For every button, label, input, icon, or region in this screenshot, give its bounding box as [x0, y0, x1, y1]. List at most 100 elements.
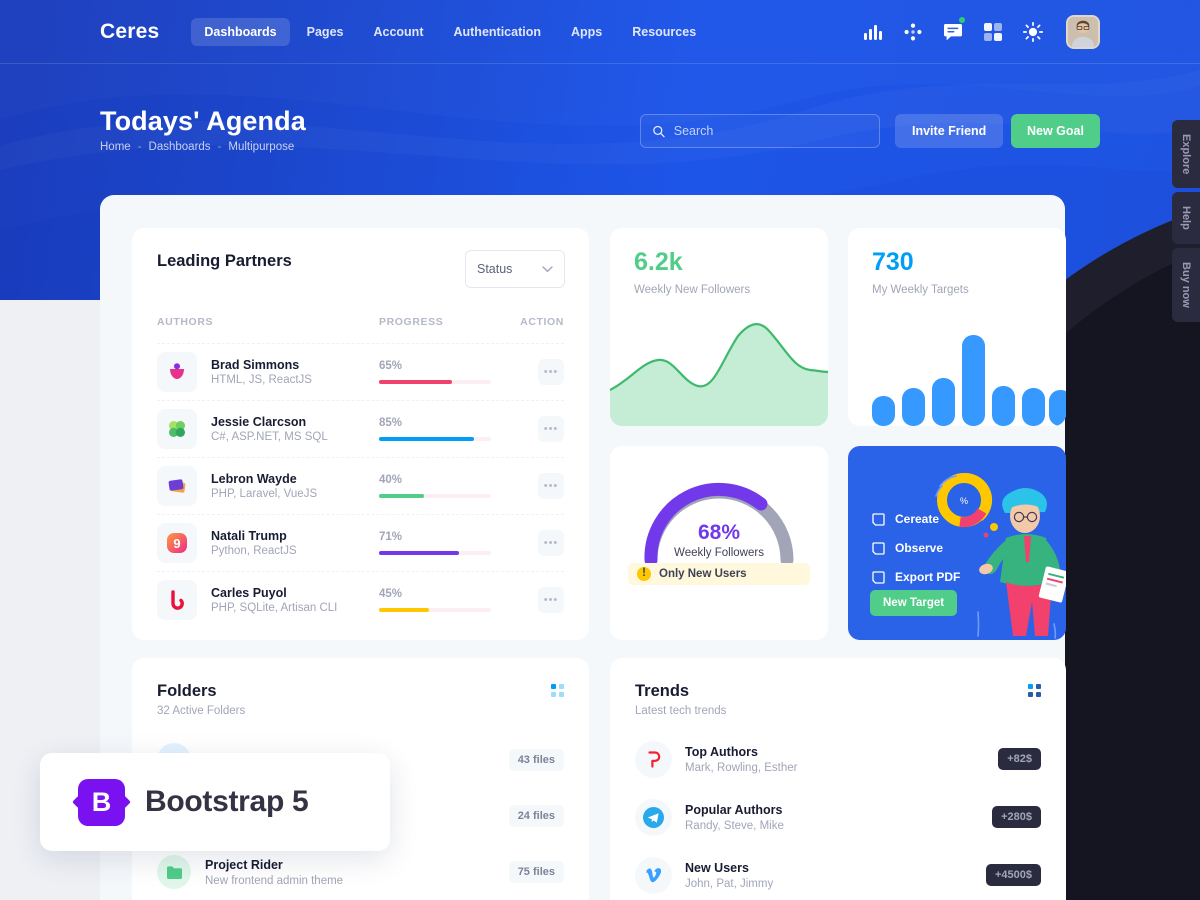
list-item[interactable]: New Users John, Pat, Jimmy +4500$ [635, 846, 1041, 900]
list-item[interactable]: Project Rider New frontend admin theme 7… [157, 844, 564, 900]
search-input[interactable] [673, 124, 867, 138]
plurk-icon [635, 740, 672, 778]
folders-title: Folders [157, 682, 217, 700]
grid-dots-icon[interactable] [551, 684, 565, 698]
weekly-targets-value: 730 [872, 248, 914, 276]
partner-info: Lebron Wayde PHP, Laravel, VueJS [211, 472, 379, 500]
plurk-logo-icon [157, 352, 197, 392]
table-row[interactable]: Carles Puyol PHP, SQLite, Artisan CLI 45… [157, 571, 564, 628]
vimeo-icon [635, 856, 672, 894]
checklist-label: Cereate [895, 512, 940, 526]
table-row[interactable]: Lebron Wayde PHP, Laravel, VueJS 40% ••• [157, 457, 564, 514]
top-navbar: Ceres Dashboards Pages Account Authentic… [0, 0, 1200, 64]
breadcrumb-item-home[interactable]: Home [100, 141, 131, 153]
more-dots-icon[interactable]: ••• [538, 359, 564, 385]
more-dots-icon[interactable]: ••• [538, 473, 564, 499]
checklist-item-export-pdf[interactable]: Export PDF [872, 570, 960, 584]
partner-tech: PHP, SQLite, Artisan CLI [211, 602, 338, 614]
brand-logo[interactable]: Ceres [100, 20, 159, 44]
trend-sub: John, Pat, Jimmy [685, 877, 774, 890]
partner-tech: Python, ReactJS [211, 545, 297, 557]
svg-text:9: 9 [173, 536, 180, 551]
trend-name: New Users [685, 860, 749, 875]
checklist-item-observe[interactable]: Observe [872, 541, 960, 555]
breadcrumb: Home - Dashboards - Multipurpose [100, 141, 294, 153]
trend-amount: +280$ [992, 806, 1041, 828]
side-tabs: Explore Help Buy now [1172, 120, 1200, 326]
weekly-followers-value: 6.2k [634, 248, 683, 276]
table-row[interactable]: Brad Simmons HTML, JS, ReactJS 65% ••• [157, 343, 564, 400]
trend-amount: +4500$ [985, 864, 1041, 886]
gauge-note-text: Only New Users [659, 568, 747, 580]
trends-subtitle: Latest tech trends [635, 705, 727, 717]
page-title: Todays' Agenda [100, 106, 306, 136]
list-item[interactable]: Popular Authors Randy, Steve, Mike +280$ [635, 788, 1041, 846]
partner-tech: C#, ASP.NET, MS SQL [211, 431, 328, 443]
col-action: ACTION [520, 316, 564, 328]
checkbox-icon [872, 541, 885, 555]
gauge-label: Weekly Followers [674, 547, 764, 559]
more-dots-icon[interactable]: ••• [538, 530, 564, 556]
partner-info: Natali Trump Python, ReactJS [211, 529, 379, 557]
new-goal-button[interactable]: New Goal [1011, 114, 1100, 148]
checkbox-icon [872, 570, 885, 584]
table-row[interactable]: 9 Natali Trump Python, ReactJS 71% ••• [157, 514, 564, 571]
partner-progress: 65% [379, 360, 509, 384]
folders-subtitle: 32 Active Folders [157, 705, 246, 717]
nav-item-resources[interactable]: Resources [619, 18, 709, 46]
b-logo-icon [157, 580, 197, 620]
more-dots-icon[interactable]: ••• [538, 587, 564, 613]
navbar-divider [0, 63, 1200, 64]
partner-action: ••• [509, 359, 564, 385]
checklist-label: Observe [895, 541, 944, 555]
checkbox-icon [872, 512, 885, 526]
nav-item-pages[interactable]: Pages [294, 18, 357, 46]
nav-item-dashboards[interactable]: Dashboards [191, 18, 290, 46]
status-select[interactable]: Status [465, 250, 565, 288]
weekly-followers-label: Weekly New Followers [634, 284, 751, 296]
trend-sub: Mark, Rowling, Esther [685, 761, 798, 774]
side-tab-explore[interactable]: Explore [1172, 120, 1200, 189]
progress-bar [379, 437, 491, 441]
warning-icon: ! [637, 567, 651, 581]
nav-item-apps[interactable]: Apps [558, 18, 615, 46]
folder-desc: New frontend admin theme [205, 874, 344, 887]
partner-name: Lebron Wayde [211, 472, 297, 486]
search-box[interactable] [640, 114, 880, 148]
checklist-item-cereate[interactable]: Cereate [872, 512, 960, 526]
new-target-card: % Cereate Observe Export PDF New Target [848, 446, 1066, 640]
partner-progress: 45% [379, 588, 509, 612]
side-tab-buy-now[interactable]: Buy now [1172, 248, 1200, 323]
table-row[interactable]: Jessie Clarcson C#, ASP.NET, MS SQL 85% … [157, 400, 564, 457]
checklist-label: Export PDF [895, 570, 961, 584]
clover-logo-icon [157, 409, 197, 449]
side-tab-help[interactable]: Help [1172, 192, 1200, 245]
breadcrumb-item-multipurpose: Multipurpose [228, 141, 295, 153]
list-item[interactable]: Top Authors Mark, Rowling, Esther +82$ [635, 730, 1041, 788]
trend-info: New Users John, Pat, Jimmy [685, 861, 773, 890]
more-dots-icon[interactable]: ••• [538, 416, 564, 442]
telegram-icon [635, 798, 672, 836]
col-progress: PROGRESS [379, 316, 444, 328]
breadcrumb-separator: - [137, 141, 142, 153]
partner-progress: 71% [379, 531, 509, 555]
invite-friend-button[interactable]: Invite Friend [895, 114, 1004, 148]
folder-file-count: 43 files [508, 749, 564, 771]
nav-item-authentication[interactable]: Authentication [440, 18, 554, 46]
partner-progress: 40% [379, 474, 509, 498]
partner-action: ••• [509, 587, 564, 613]
chevron-down-icon [542, 265, 553, 272]
nav-item-account[interactable]: Account [360, 18, 436, 46]
grid-dots-icon[interactable] [1028, 684, 1042, 698]
trends-title: Trends [635, 682, 690, 700]
new-target-button[interactable]: New Target [870, 590, 958, 616]
bootstrap-badge: B Bootstrap 5 [40, 753, 390, 851]
folder-icon [157, 855, 191, 889]
col-authors: AUTHORS [157, 316, 214, 328]
partner-tech: PHP, Laravel, VueJS [211, 488, 318, 500]
weekly-followers-gauge-card: 68% Weekly Followers ! Only New Users [610, 446, 828, 640]
partner-name: Brad Simmons [211, 358, 300, 372]
breadcrumb-item-dashboards[interactable]: Dashboards [149, 141, 211, 153]
partner-name: Jessie Clarcson [211, 415, 307, 429]
partner-percent: 45% [379, 588, 403, 600]
